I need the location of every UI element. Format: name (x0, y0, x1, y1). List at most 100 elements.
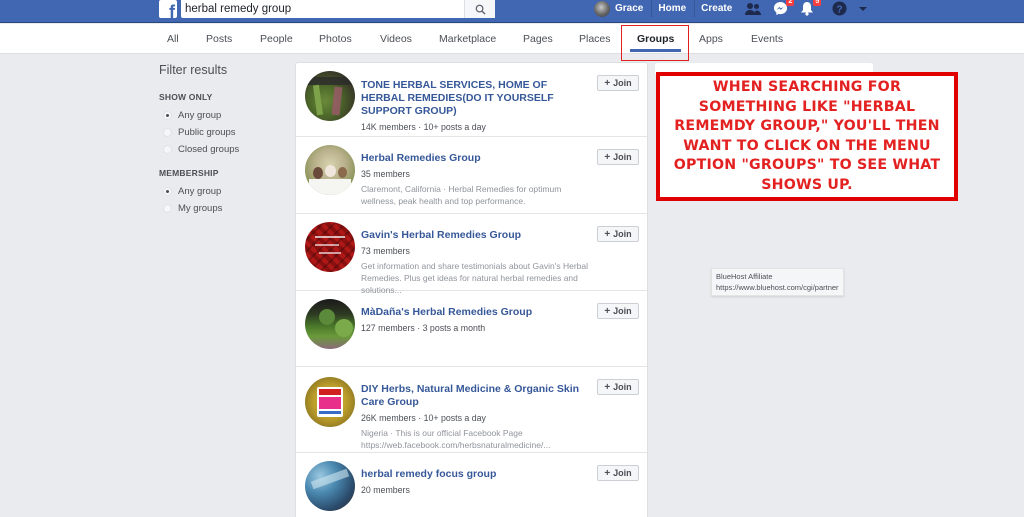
caret-down-icon (859, 6, 868, 11)
group-result-item: Herbal Remedies Group 35 members Claremo… (296, 137, 647, 214)
group-description: Claremont, California · Herbal Remedies … (361, 184, 562, 206)
membership-option-my-groups[interactable]: My groups (163, 200, 289, 217)
notifications-badge: 5 (813, 0, 822, 6)
group-title-link[interactable]: DIY Herbs, Natural Medicine & Organic Sk… (361, 383, 593, 409)
filter-option-label: Any group (178, 110, 222, 121)
group-meta: 127 members · 3 posts a month (361, 323, 486, 333)
membership-heading: MEMBERSHIP (159, 168, 219, 178)
join-label: Join (613, 152, 632, 162)
plus-icon: + (604, 228, 611, 240)
search-box (181, 0, 495, 18)
group-thumbnail[interactable] (305, 222, 355, 272)
group-thumbnail[interactable] (305, 145, 355, 195)
group-title-link[interactable]: Gavin's Herbal Remedies Group (361, 229, 593, 242)
join-group-button[interactable]: + Join (597, 379, 639, 395)
radio-button[interactable] (163, 128, 172, 137)
search-button[interactable] (464, 0, 495, 18)
plus-icon: + (604, 467, 611, 479)
facebook-logo-icon[interactable]: f (159, 0, 177, 22)
join-group-button[interactable]: + Join (597, 303, 639, 319)
group-title-link[interactable]: Herbal Remedies Group (361, 152, 593, 165)
group-result-item: TONE HERBAL SERVICES, HOME OF HERBAL REM… (296, 63, 647, 137)
plus-icon: + (604, 151, 611, 163)
tab-all[interactable]: All (167, 24, 179, 54)
friend-requests-button[interactable] (744, 0, 762, 17)
home-link[interactable]: Home (658, 0, 696, 17)
join-group-button[interactable]: + Join (597, 75, 639, 91)
membership-option-any-group[interactable]: Any group (163, 183, 289, 200)
notifications-icon (801, 2, 814, 16)
join-label: Join (613, 468, 632, 478)
plus-icon: + (604, 77, 611, 89)
groups-tab-annotation-box (621, 25, 689, 61)
group-meta: 20 members (361, 485, 410, 495)
search-input[interactable] (181, 0, 464, 18)
filter-option-label: Any group (178, 186, 222, 197)
group-title-link[interactable]: herbal remedy focus group (361, 468, 593, 481)
search-icon (475, 4, 486, 15)
filter-option-label: Public groups (178, 127, 236, 138)
help-icon: ? (832, 1, 847, 16)
filter-option-any-group[interactable]: Any group (163, 107, 289, 124)
join-label: Join (613, 306, 632, 316)
radio-button[interactable] (163, 145, 172, 154)
group-meta: 14K members · 10+ posts a day (361, 122, 486, 132)
friend-requests-icon (745, 2, 762, 15)
radio-button-checked[interactable] (163, 187, 172, 196)
tab-places[interactable]: Places (579, 24, 611, 54)
profile-link[interactable]: Grace (615, 0, 653, 17)
filter-sidebar: Filter results SHOW ONLY Any group Publi… (159, 63, 289, 217)
tab-people[interactable]: People (260, 24, 293, 54)
plus-icon: + (604, 305, 611, 317)
annotation-callout: WHEN SEARCHING FOR SOMETHING LIKE "HERBA… (656, 72, 958, 201)
tab-marketplace[interactable]: Marketplace (439, 24, 496, 54)
facebook-logo-glyph: f (169, 2, 175, 22)
top-navigation-bar: f Grace Home Create 2 5 ? (0, 0, 1024, 23)
filter-option-label: Closed groups (178, 144, 240, 155)
help-button[interactable]: ? (830, 0, 848, 17)
join-group-button[interactable]: + Join (597, 226, 639, 242)
group-title-link[interactable]: TONE HERBAL SERVICES, HOME OF HERBAL REM… (361, 79, 593, 118)
group-thumbnail[interactable] (305, 299, 355, 349)
group-meta: 35 members (361, 169, 410, 179)
filter-option-label: My groups (178, 203, 223, 214)
join-label: Join (613, 229, 632, 239)
svg-text:?: ? (836, 4, 842, 15)
tab-events[interactable]: Events (751, 24, 783, 54)
annotation-text: WHEN SEARCHING FOR SOMETHING LIKE "HERBA… (673, 79, 941, 193)
group-result-item: Gavin's Herbal Remedies Group 73 members… (296, 214, 647, 295)
tab-pages[interactable]: Pages (523, 24, 553, 54)
join-group-button[interactable]: + Join (597, 465, 639, 481)
group-description: Nigeria · This is our official Facebook … (361, 428, 551, 450)
filter-title: Filter results (159, 63, 228, 77)
group-meta: 73 members (361, 246, 410, 256)
filter-option-closed-groups[interactable]: Closed groups (163, 141, 289, 158)
top-nav-links: Grace Home Create 2 5 ? (594, 0, 872, 17)
group-results-list: TONE HERBAL SERVICES, HOME OF HERBAL REM… (295, 62, 648, 517)
filter-option-public-groups[interactable]: Public groups (163, 124, 289, 141)
group-result-item: DIY Herbs, Natural Medicine & Organic Sk… (296, 367, 647, 453)
group-thumbnail[interactable] (305, 71, 355, 121)
user-avatar[interactable] (594, 0, 610, 17)
radio-button-checked[interactable] (163, 111, 172, 120)
link-tooltip: BlueHost Affiliate https://www.bluehost.… (711, 268, 844, 296)
radio-button[interactable] (163, 204, 172, 213)
group-thumbnail[interactable] (305, 461, 355, 511)
plus-icon: + (604, 381, 611, 393)
tooltip-url: https://www.bluehost.com/cgi/partner (716, 283, 839, 292)
group-thumbnail[interactable] (305, 377, 355, 427)
join-label: Join (613, 78, 632, 88)
account-menu-button[interactable] (854, 0, 872, 17)
tab-apps[interactable]: Apps (699, 24, 723, 54)
tab-photos[interactable]: Photos (319, 24, 352, 54)
join-group-button[interactable]: + Join (597, 149, 639, 165)
search-filter-tabs: All Posts People Photos Videos Marketpla… (0, 24, 1024, 54)
tab-posts[interactable]: Posts (206, 24, 232, 54)
create-link[interactable]: Create (701, 0, 740, 17)
join-label: Join (613, 382, 632, 392)
group-title-link[interactable]: MàDaña's Herbal Remedies Group (361, 306, 593, 319)
tab-videos[interactable]: Videos (380, 24, 412, 54)
group-result-item: herbal remedy focus group 20 members + Jo… (296, 453, 647, 517)
notifications-button[interactable]: 5 (798, 0, 822, 17)
messenger-button[interactable]: 2 (771, 0, 795, 17)
